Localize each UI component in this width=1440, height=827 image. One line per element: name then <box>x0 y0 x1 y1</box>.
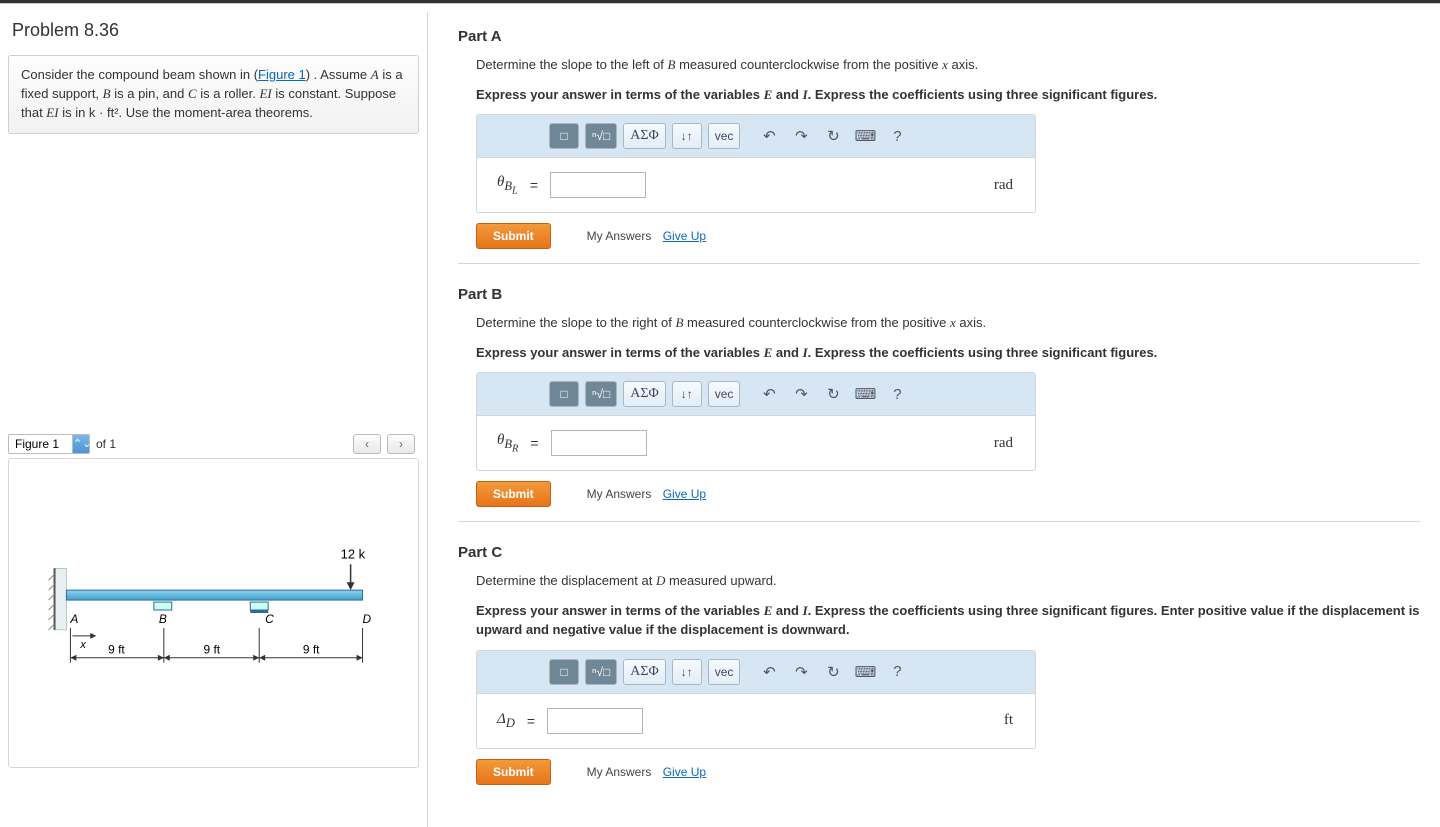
equals-sign: = <box>530 177 538 193</box>
template-icon[interactable]: □ <box>549 659 579 685</box>
my-answers-label: My Answers <box>587 229 652 243</box>
give-up-link[interactable]: Give Up <box>663 229 706 243</box>
answer-input[interactable] <box>547 708 643 734</box>
answer-box: □ ⁿ√□ ΑΣΦ ↓↑ vec ↶ ↷ ↻ ⌨ ? ΔD = ft <box>476 650 1036 749</box>
figure-number-input[interactable] <box>8 434 72 454</box>
answer-box: □ ⁿ√□ ΑΣΦ ↓↑ vec ↶ ↷ ↻ ⌨ ? θBL = rad <box>476 114 1036 213</box>
part-heading: Part B <box>458 286 1420 303</box>
template-icon[interactable]: □ <box>549 123 579 149</box>
equation-toolbar: □ ⁿ√□ ΑΣΦ ↓↑ vec ↶ ↷ ↻ ⌨ ? <box>477 115 1035 158</box>
variable-label: θBL <box>497 174 518 197</box>
reset-icon[interactable]: ↻ <box>820 123 846 149</box>
answer-box: □ ⁿ√□ ΑΣΦ ↓↑ vec ↶ ↷ ↻ ⌨ ? θBR = rad <box>476 372 1036 471</box>
figure-count: of 1 <box>96 437 116 451</box>
part-c: Part C Determine the displacement at D m… <box>458 544 1420 785</box>
figure-prev-button[interactable]: ‹ <box>353 434 381 454</box>
svg-text:D: D <box>363 611 372 625</box>
vec-button[interactable]: vec <box>708 123 741 149</box>
svg-text:9 ft: 9 ft <box>108 642 125 656</box>
part-instructions: Express your answer in terms of the vari… <box>476 343 1420 363</box>
undo-icon[interactable]: ↶ <box>756 381 782 407</box>
vec-button[interactable]: vec <box>708 381 741 407</box>
root-icon[interactable]: ⁿ√□ <box>585 381 617 407</box>
part-a: Part A Determine the slope to the left o… <box>458 28 1420 264</box>
greek-letters-button[interactable]: ΑΣΦ <box>623 659 666 685</box>
submit-button[interactable]: Submit <box>476 223 551 249</box>
undo-icon[interactable]: ↶ <box>756 123 782 149</box>
root-icon[interactable]: ⁿ√□ <box>585 659 617 685</box>
part-prompt: Determine the slope to the left of B mea… <box>476 55 1420 75</box>
subsup-button[interactable]: ↓↑ <box>672 381 702 407</box>
my-answers-label: My Answers <box>587 487 652 501</box>
variable-label: ΔD <box>497 711 515 731</box>
part-heading: Part C <box>458 544 1420 561</box>
help-icon[interactable]: ? <box>884 659 910 685</box>
subsup-button[interactable]: ↓↑ <box>672 123 702 149</box>
figure-stepper[interactable]: ⌃⌄ <box>72 434 90 454</box>
svg-text:x: x <box>79 638 86 650</box>
part-prompt: Determine the slope to the right of B me… <box>476 313 1420 333</box>
greek-letters-button[interactable]: ΑΣΦ <box>623 123 666 149</box>
unit-label: rad <box>994 177 1025 194</box>
give-up-link[interactable]: Give Up <box>663 487 706 501</box>
figure-link[interactable]: Figure 1 <box>258 67 306 82</box>
part-instructions: Express your answer in terms of the vari… <box>476 85 1420 105</box>
submit-button[interactable]: Submit <box>476 481 551 507</box>
answer-input[interactable] <box>550 172 646 198</box>
part-heading: Part A <box>458 28 1420 45</box>
svg-text:A: A <box>69 611 78 625</box>
submit-button[interactable]: Submit <box>476 759 551 785</box>
problem-description: Consider the compound beam shown in (Fig… <box>8 55 419 134</box>
help-icon[interactable]: ? <box>884 123 910 149</box>
variable-label: θBR <box>497 432 518 455</box>
load-label: 12 k <box>341 546 366 561</box>
vec-button[interactable]: vec <box>708 659 741 685</box>
desc-text: Consider the compound beam shown in ( <box>21 67 258 82</box>
redo-icon[interactable]: ↷ <box>788 123 814 149</box>
undo-icon[interactable]: ↶ <box>756 659 782 685</box>
figure-canvas: 12 k <box>8 458 419 768</box>
svg-text:9 ft: 9 ft <box>303 642 320 656</box>
figure-next-button[interactable]: › <box>387 434 415 454</box>
greek-letters-button[interactable]: ΑΣΦ <box>623 381 666 407</box>
give-up-link[interactable]: Give Up <box>663 765 706 779</box>
reset-icon[interactable]: ↻ <box>820 381 846 407</box>
problem-title: Problem 8.36 <box>12 20 419 41</box>
redo-icon[interactable]: ↷ <box>788 659 814 685</box>
my-answers-label: My Answers <box>587 765 652 779</box>
root-icon[interactable]: ⁿ√□ <box>585 123 617 149</box>
part-instructions: Express your answer in terms of the vari… <box>476 601 1420 640</box>
keyboard-icon[interactable]: ⌨ <box>852 381 878 407</box>
equation-toolbar: □ ⁿ√□ ΑΣΦ ↓↑ vec ↶ ↷ ↻ ⌨ ? <box>477 373 1035 416</box>
keyboard-icon[interactable]: ⌨ <box>852 659 878 685</box>
help-icon[interactable]: ? <box>884 381 910 407</box>
unit-label: rad <box>994 435 1025 452</box>
reset-icon[interactable]: ↻ <box>820 659 846 685</box>
svg-text:B: B <box>159 611 167 625</box>
svg-text:9 ft: 9 ft <box>204 642 221 656</box>
answer-input[interactable] <box>551 430 647 456</box>
part-prompt: Determine the displacement at D measured… <box>476 571 1420 591</box>
unit-label: ft <box>1004 712 1025 729</box>
part-b: Part B Determine the slope to the right … <box>458 286 1420 522</box>
template-icon[interactable]: □ <box>549 381 579 407</box>
subsup-button[interactable]: ↓↑ <box>672 659 702 685</box>
keyboard-icon[interactable]: ⌨ <box>852 123 878 149</box>
svg-text:C: C <box>265 611 274 625</box>
redo-icon[interactable]: ↷ <box>788 381 814 407</box>
equation-toolbar: □ ⁿ√□ ΑΣΦ ↓↑ vec ↶ ↷ ↻ ⌨ ? <box>477 651 1035 694</box>
